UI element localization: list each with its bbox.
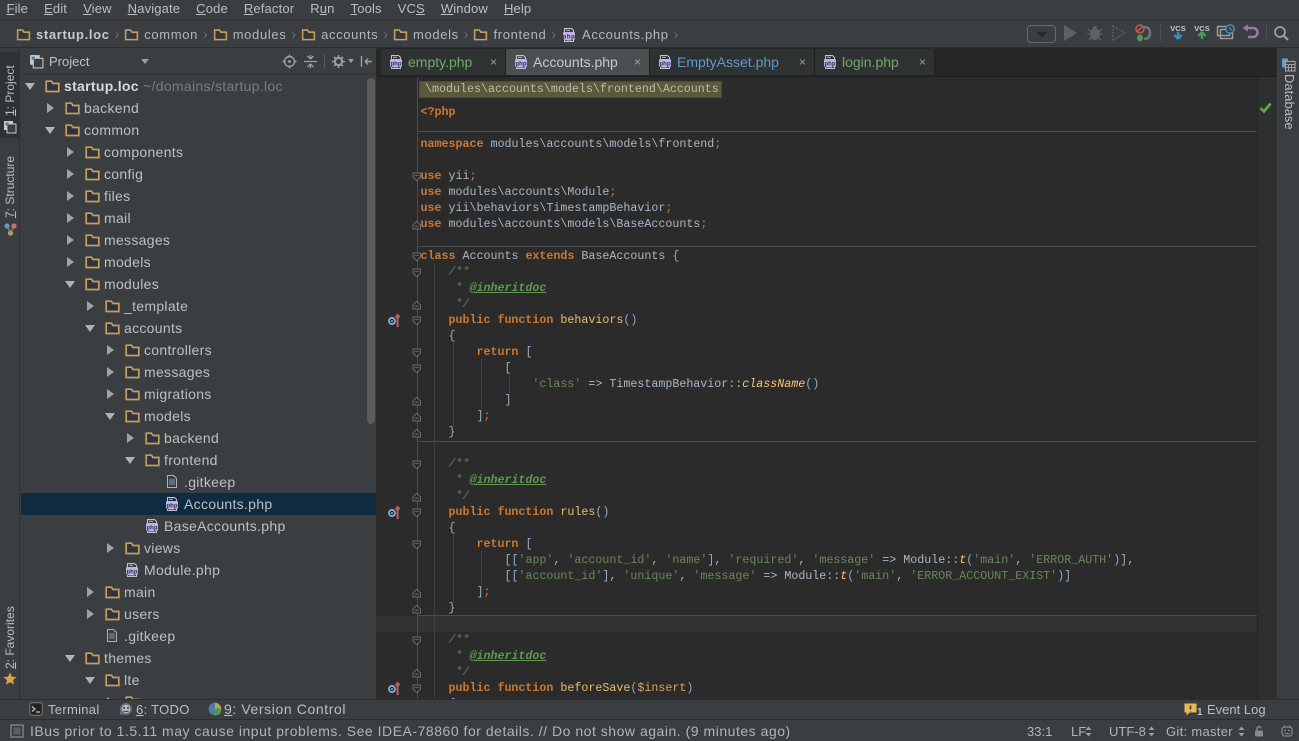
svg-text:php: php [825, 61, 836, 67]
svg-text:VCS: VCS [1170, 24, 1185, 33]
svg-text:php: php [391, 61, 402, 67]
svg-text:VCS: VCS [1194, 24, 1209, 33]
svg-text:php: php [563, 34, 576, 40]
svg-text:php: php [147, 525, 158, 531]
svg-text:php: php [127, 569, 138, 575]
svg-text:php: php [516, 61, 527, 67]
svg-text:php: php [167, 503, 178, 509]
svg-text:php: php [660, 61, 671, 67]
